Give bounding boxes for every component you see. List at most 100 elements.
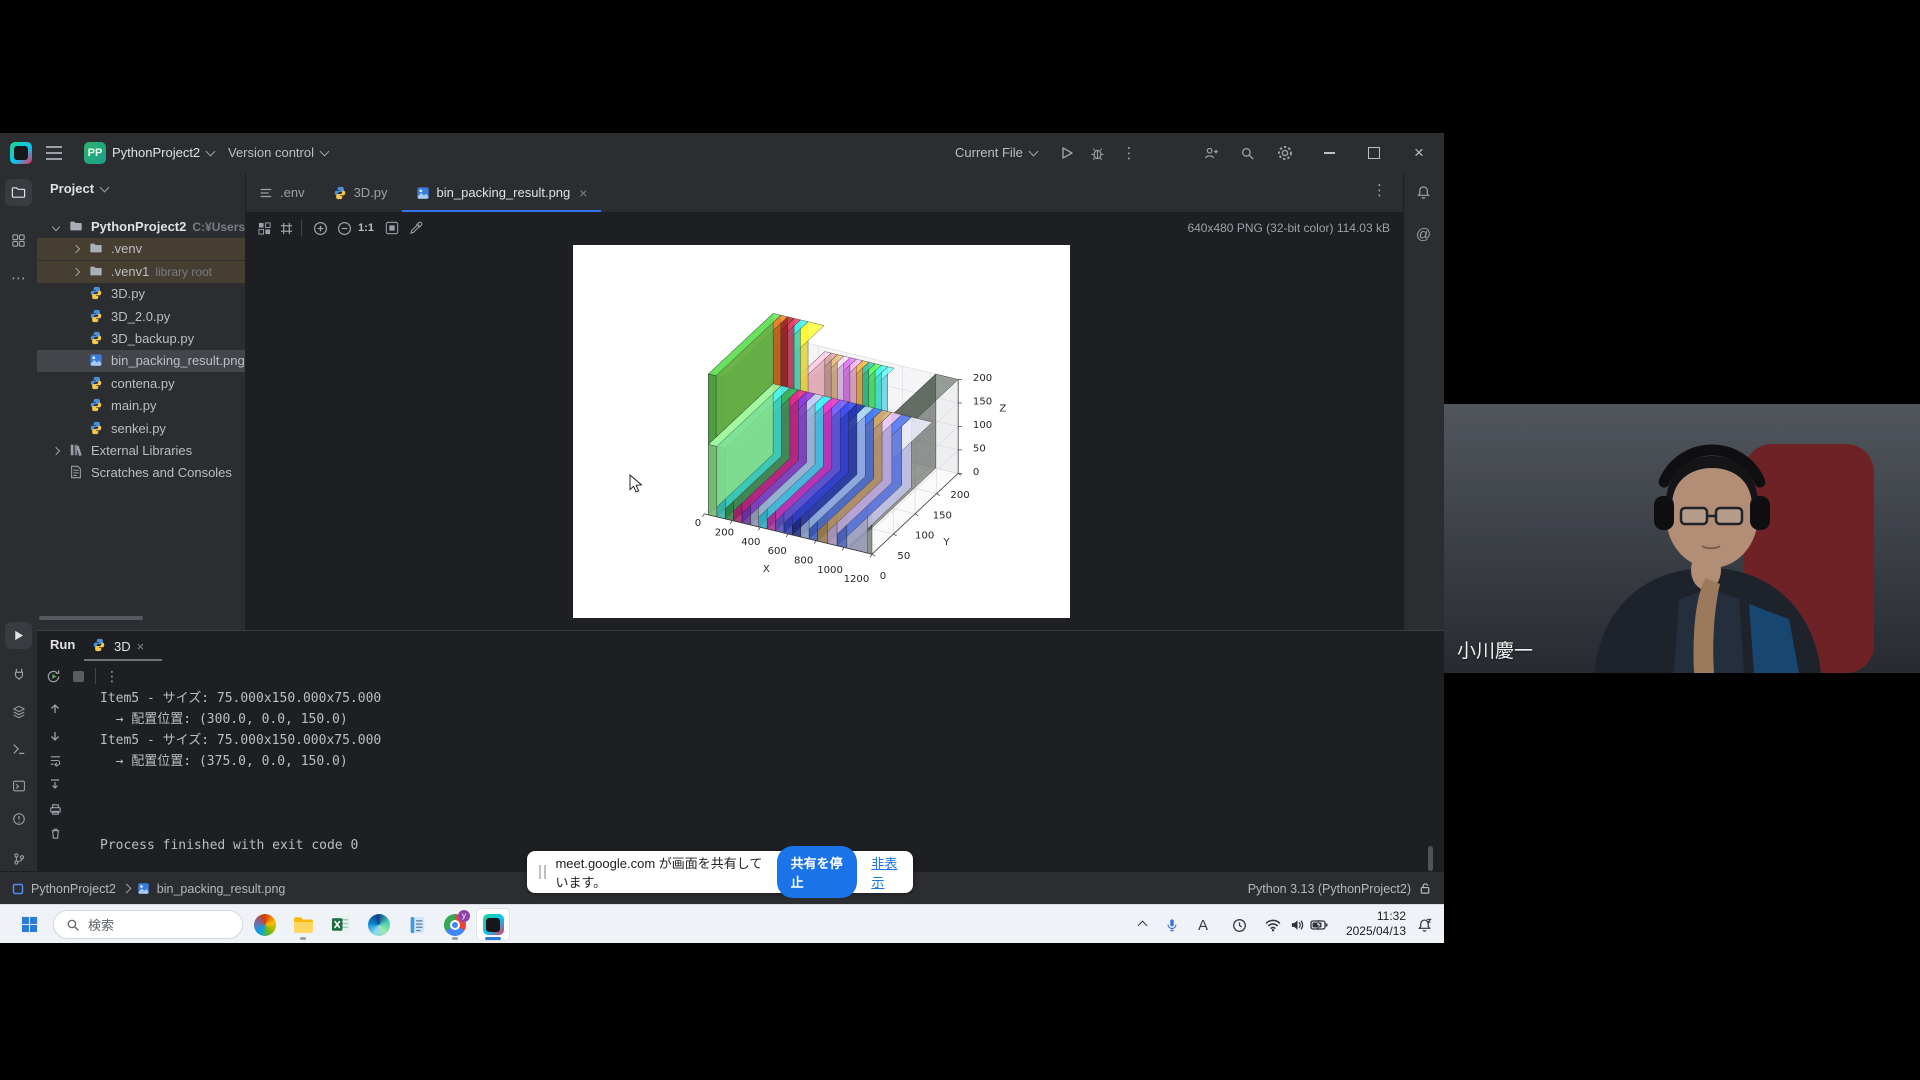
taskbar-edge-button[interactable] — [362, 908, 396, 941]
hide-banner-link[interactable]: 非表示 — [871, 853, 903, 891]
tray-show-hidden-icon[interactable] — [1130, 913, 1154, 937]
notification-bell-icon[interactable] — [1412, 913, 1436, 937]
notifications-bell-icon[interactable] — [1410, 179, 1437, 206]
tree-item-main-py[interactable]: main.py — [37, 395, 245, 417]
code-with-me-icon[interactable] — [1199, 141, 1223, 165]
stop-sharing-button[interactable]: 共有を停止 — [777, 846, 858, 898]
run-tab-3d[interactable]: 3D × — [92, 633, 144, 659]
close-icon[interactable]: × — [579, 185, 587, 201]
console-scrollbar[interactable] — [1428, 846, 1433, 871]
grid-lines-icon[interactable] — [275, 217, 297, 239]
microphone-tray-icon[interactable] — [1160, 913, 1184, 937]
chevron-right-icon[interactable] — [52, 447, 60, 455]
vcs-widget[interactable]: Version control — [228, 133, 328, 173]
tree-item-scratches-and-consoles[interactable]: Scratches and Consoles — [37, 462, 245, 484]
tree-item-3d-backup-py[interactable]: 3D_backup.py — [37, 328, 245, 350]
console-line: → 配置位置: (300.0, 0.0, 150.0) — [100, 709, 381, 730]
run-toolbar: ⋮ — [37, 661, 237, 691]
editor-tab-bin-packing-result-png[interactable]: bin_packing_result.png× — [402, 173, 602, 212]
project-tool-icon[interactable] — [5, 179, 32, 206]
tree-item-senkei-py[interactable]: senkei.py — [37, 418, 245, 440]
tray-time: 11:32 — [1346, 909, 1406, 924]
taskbar-excel-button[interactable] — [324, 908, 358, 941]
chevron-right-icon[interactable] — [72, 245, 80, 253]
clock-datetime[interactable]: 11:32 2025/04/13 — [1346, 909, 1406, 939]
tabbar-more-icon[interactable]: ⋮ — [1372, 181, 1387, 199]
window-minimize-button[interactable] — [1307, 133, 1351, 173]
taskbar-copilot-button[interactable] — [248, 908, 282, 941]
tree-item-bin-packing-result-png[interactable]: bin_packing_result.png — [37, 350, 245, 372]
breadcrumb: PythonProject2 bin_packing_result.png — [12, 872, 285, 905]
tree-item-contena-py[interactable]: contena.py — [37, 373, 245, 395]
clear-all-icon[interactable] — [46, 824, 64, 842]
terminal-tool-icon[interactable] — [5, 772, 32, 799]
more-actions-icon[interactable]: ⋮ — [1117, 141, 1141, 165]
settings-gear-icon[interactable] — [1273, 141, 1297, 165]
window-maximize-button[interactable] — [1352, 133, 1396, 173]
run-console-output[interactable]: Item5 - サイズ: 75.000x150.000x75.000 → 配置位… — [100, 688, 381, 856]
project-panel-title[interactable]: Project — [50, 181, 108, 196]
main-menu-icon[interactable] — [46, 146, 62, 148]
chevron-down-icon[interactable] — [52, 223, 60, 231]
actual-size-button[interactable]: 1:1 — [355, 217, 377, 239]
zoom-in-icon[interactable] — [309, 217, 331, 239]
speaker-icon[interactable] — [1285, 913, 1309, 937]
window-close-button[interactable]: × — [1397, 133, 1441, 173]
zoom-out-icon[interactable] — [333, 217, 355, 239]
tree-item-external-libraries[interactable]: External Libraries — [37, 440, 245, 462]
close-icon[interactable]: × — [137, 639, 145, 654]
ime-mode-indicator[interactable]: A — [1191, 913, 1215, 937]
scroll-to-end-icon[interactable] — [46, 775, 64, 793]
fit-to-window-icon[interactable] — [381, 217, 403, 239]
taskbar-notepad-button[interactable] — [400, 908, 434, 941]
wifi-icon[interactable] — [1261, 913, 1285, 937]
print-icon[interactable] — [46, 800, 64, 818]
soft-wrap-icon[interactable] — [46, 751, 64, 769]
interpreter-widget[interactable]: Python 3.13 (PythonProject2) — [1248, 882, 1411, 896]
taskbar-chrome-button[interactable]: y — [438, 908, 472, 941]
tree-item-3d-py[interactable]: 3D.py — [37, 283, 245, 305]
tree-item--venv[interactable]: .venv — [37, 238, 245, 260]
editor-tab-3d-py[interactable]: 3D.py — [319, 173, 402, 212]
breadcrumb-file[interactable]: bin_packing_result.png — [157, 882, 286, 896]
ai-assistant-icon[interactable]: @ — [1410, 221, 1437, 248]
scroll-up-icon[interactable] — [46, 700, 64, 718]
more-tools-icon[interactable]: ⋯ — [5, 264, 32, 291]
tree-item--venv1[interactable]: .venv1library root — [37, 261, 245, 283]
transparency-checkerboard-icon[interactable] — [253, 217, 275, 239]
tree-item-pythonproject2[interactable]: PythonProject2C:¥Users¥one¥ — [37, 216, 245, 238]
battery-icon[interactable] — [1307, 913, 1331, 937]
chevron-right-icon[interactable] — [72, 268, 80, 276]
project-selector[interactable]: PythonProject2 — [112, 133, 214, 173]
scroll-down-icon[interactable] — [46, 727, 64, 745]
taskbar-explorer-button[interactable] — [286, 908, 320, 941]
start-button[interactable] — [12, 908, 46, 941]
version-control-tool-icon[interactable] — [5, 845, 32, 872]
rerun-button[interactable] — [42, 665, 64, 687]
run-tool-icon[interactable] — [5, 622, 32, 649]
problems-tool-icon[interactable] — [5, 805, 32, 832]
taskbar-search-input[interactable]: 検索 — [53, 910, 243, 939]
unlocked-padlock-icon[interactable] — [1419, 882, 1432, 895]
stop-button[interactable] — [67, 665, 89, 687]
breadcrumb-project[interactable]: PythonProject2 — [31, 882, 116, 896]
clock-app-tray-icon[interactable] — [1227, 913, 1251, 937]
participant-name: 小川慶一 — [1457, 636, 1533, 663]
python-console-tool-icon[interactable] — [5, 735, 32, 762]
drag-handle-icon[interactable] — [539, 865, 541, 879]
taskbar-pycharm-button[interactable] — [476, 908, 510, 941]
search-everywhere-icon[interactable] — [1235, 141, 1259, 165]
run-more-icon[interactable]: ⋮ — [101, 665, 123, 687]
run-button[interactable] — [1055, 141, 1079, 165]
tree-item-3d-2-0-py[interactable]: 3D_2.0.py — [37, 306, 245, 328]
editor-tab--env[interactable]: .env — [245, 173, 319, 212]
tab-label: .env — [280, 185, 305, 200]
project-tree-hscrollbar[interactable] — [39, 616, 143, 620]
color-picker-icon[interactable] — [405, 217, 427, 239]
python-packages-tool-icon[interactable] — [5, 698, 32, 725]
run-configuration-selector[interactable]: Current File — [955, 133, 1037, 173]
services-tool-icon[interactable] — [5, 660, 32, 687]
commit-tool-icon[interactable] — [5, 227, 32, 254]
debug-button[interactable] — [1085, 141, 1109, 165]
tree-item-label: contena.py — [111, 376, 175, 391]
